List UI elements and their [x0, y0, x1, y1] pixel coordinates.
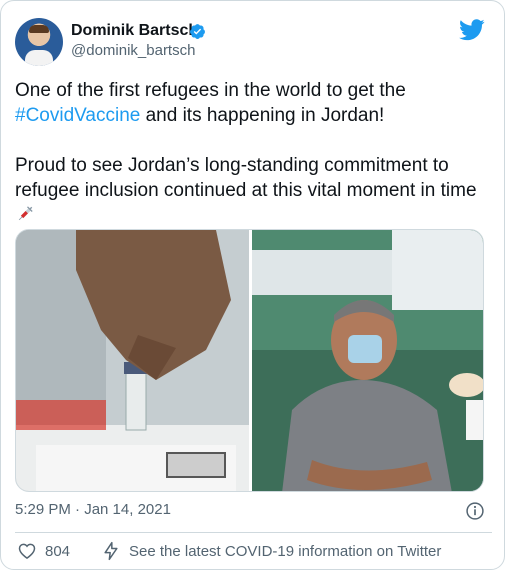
lightning-icon: [104, 541, 118, 561]
syringe-icon: [18, 206, 33, 221]
tweet-line-2: #CovidVaccine and its happening in Jorda…: [15, 103, 495, 128]
vaccination-illustration: [252, 230, 483, 491]
vaccination-photo[interactable]: [252, 230, 483, 491]
timestamp[interactable]: 5:29 PM · Jan 14, 2021: [15, 501, 171, 518]
twitter-bird-icon[interactable]: [459, 19, 485, 41]
tweet-line-2-text: and its happening in Jordan!: [140, 105, 385, 126]
vaccine-vial-photo[interactable]: [16, 230, 249, 491]
avatar[interactable]: [15, 18, 63, 66]
hashtag-link[interactable]: #CovidVaccine: [15, 105, 140, 126]
author-name[interactable]: Dominik Bartsch: [71, 22, 198, 40]
avatar-hair: [29, 25, 49, 33]
covid-info-link[interactable]: See the latest COVID-19 information on T…: [101, 541, 441, 561]
media-grid: [15, 229, 484, 492]
tweet-paragraph-2: Proud to see Jordan’s long-standing comm…: [15, 153, 495, 228]
info-icon[interactable]: [465, 501, 485, 521]
tweet-card: Dominik Bartsch @dominik_bartsch One of …: [0, 0, 505, 570]
tweet-line-1: One of the first refugees in the world t…: [15, 80, 406, 101]
like-button[interactable]: 804: [17, 541, 70, 561]
vaccine-vial-illustration: [16, 230, 249, 491]
verified-badge-icon: [190, 24, 205, 39]
tweet-text: One of the first refugees in the world t…: [15, 78, 495, 228]
divider: [15, 532, 492, 533]
tweet-paragraph-2-text: Proud to see Jordan’s long-standing comm…: [15, 155, 477, 201]
heart-icon: [18, 543, 36, 559]
author-handle[interactable]: @dominik_bartsch: [71, 42, 195, 59]
covid-info-text: See the latest COVID-19 information on T…: [129, 542, 442, 560]
avatar-shirt: [25, 50, 53, 66]
like-count: 804: [45, 542, 71, 560]
